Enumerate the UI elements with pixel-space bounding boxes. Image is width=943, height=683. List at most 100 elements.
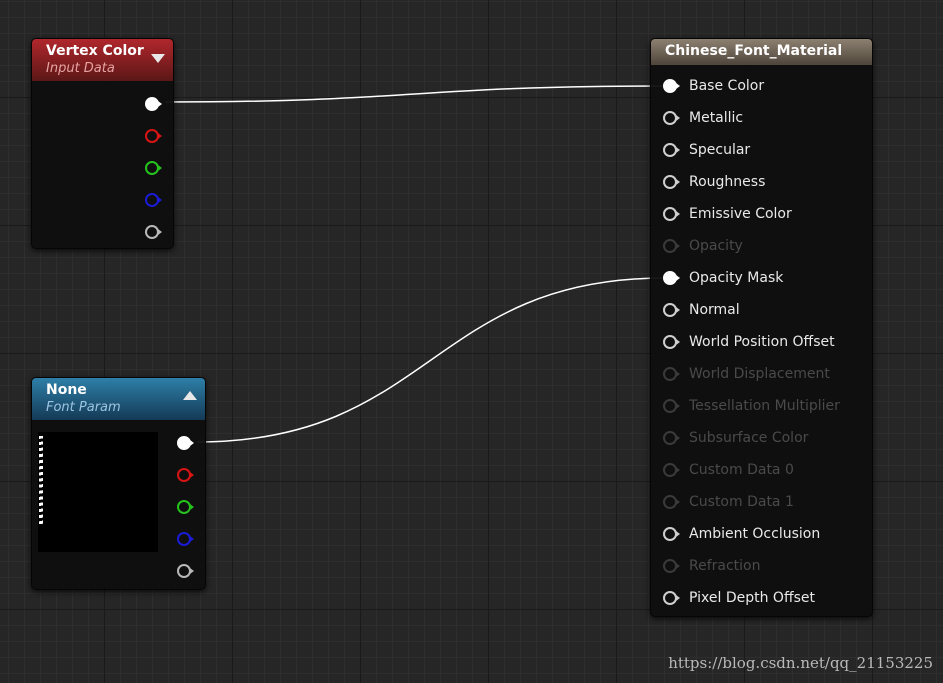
pin-ring [663, 335, 677, 349]
pin-arrow-icon [190, 504, 194, 510]
pin-arrow-icon [676, 275, 680, 281]
pin-arrow-icon [190, 440, 194, 446]
input-pin-pixel-depth-offset[interactable] [663, 591, 680, 605]
vertex-color-output-pin-green[interactable] [145, 161, 162, 175]
pin-ring [145, 193, 159, 207]
pin-ring [663, 207, 677, 221]
vertex-color-header[interactable]: Vertex Color Input Data [32, 39, 173, 81]
input-label: Emissive Color [689, 206, 792, 222]
input-label: Custom Data 0 [689, 462, 794, 478]
pin-arrow-icon [676, 339, 680, 345]
pin-ring [145, 225, 159, 239]
input-pin-emissive-color[interactable] [663, 207, 680, 221]
collapse-arrow-icon[interactable] [151, 54, 165, 63]
wire-base-color [164, 85, 666, 103]
pin-ring [145, 97, 159, 111]
input-pin-world-position-offset[interactable] [663, 335, 680, 349]
pin-arrow-icon [158, 229, 162, 235]
input-label: Tessellation Multiplier [689, 398, 840, 414]
font-param-output-pin-white[interactable] [177, 436, 194, 450]
pin-ring [177, 436, 191, 450]
pin-arrow-icon [676, 435, 680, 441]
font-glyph-image [39, 436, 43, 524]
input-pin-refraction[interactable] [663, 559, 680, 573]
pin-ring [663, 239, 677, 253]
input-pin-roughness[interactable] [663, 175, 680, 189]
pin-ring [177, 468, 191, 482]
input-pin-opacity-mask[interactable] [663, 271, 680, 285]
material-result-node[interactable]: Chinese_Font_Material Base Color Metallic… [650, 38, 873, 617]
pin-arrow-icon [158, 197, 162, 203]
font-param-output-pin-gray[interactable] [177, 564, 194, 578]
pin-arrow-icon [676, 307, 680, 313]
wire-opacity-mask [196, 277, 666, 443]
input-label: Specular [689, 142, 751, 158]
pin-ring [177, 500, 191, 514]
pin-arrow-icon [676, 115, 680, 121]
pin-arrow-icon [676, 211, 680, 217]
input-label: Opacity [689, 238, 743, 254]
input-label: Metallic [689, 110, 744, 126]
input-pin-normal[interactable] [663, 303, 680, 317]
pin-ring [663, 367, 677, 381]
pin-arrow-icon [676, 243, 680, 249]
pin-arrow-icon [158, 165, 162, 171]
input-pin-opacity[interactable] [663, 239, 680, 253]
input-pin-world-displacement[interactable] [663, 367, 680, 381]
pin-arrow-icon [676, 371, 680, 377]
input-label: Ambient Occlusion [689, 526, 821, 542]
font-param-output-pin-green[interactable] [177, 500, 194, 514]
pin-arrow-icon [676, 563, 680, 569]
input-pin-metallic[interactable] [663, 111, 680, 125]
input-pin-ambient-occlusion[interactable] [663, 527, 680, 541]
node-title: None [46, 382, 87, 398]
input-label: World Position Offset [689, 334, 835, 350]
pin-arrow-icon [190, 568, 194, 574]
pin-arrow-icon [676, 467, 680, 473]
pin-ring [177, 564, 191, 578]
font-param-node[interactable]: None Font Param [31, 377, 206, 590]
node-title: Vertex Color [46, 43, 144, 59]
pin-ring [663, 431, 677, 445]
pin-ring [663, 143, 677, 157]
pin-arrow-icon [676, 531, 680, 537]
pin-arrow-icon [676, 595, 680, 601]
vertex-color-output-pin-blue[interactable] [145, 193, 162, 207]
pin-ring [663, 79, 677, 93]
pin-arrow-icon [190, 536, 194, 542]
input-label: World Displacement [689, 366, 830, 382]
input-label: Roughness [689, 174, 766, 190]
material-header[interactable]: Chinese_Font_Material [651, 39, 872, 65]
vertex-color-node[interactable]: Vertex Color Input Data [31, 38, 174, 249]
pin-arrow-icon [158, 101, 162, 107]
expand-arrow-icon[interactable] [183, 391, 197, 400]
input-label: Base Color [689, 78, 765, 94]
pin-ring [177, 532, 191, 546]
input-label: Normal [689, 302, 740, 318]
font-param-header[interactable]: None Font Param [32, 378, 205, 420]
vertex-color-output-pin-white[interactable] [145, 97, 162, 111]
input-label: Subsurface Color [689, 430, 809, 446]
vertex-color-output-pin-red[interactable] [145, 129, 162, 143]
pin-ring [663, 399, 677, 413]
input-pin-specular[interactable] [663, 143, 680, 157]
pin-ring [663, 591, 677, 605]
vertex-color-output-pin-gray[interactable] [145, 225, 162, 239]
font-param-output-pin-red[interactable] [177, 468, 194, 482]
input-label: Opacity Mask [689, 270, 784, 286]
input-pin-subsurface-color[interactable] [663, 431, 680, 445]
input-pin-base-color[interactable] [663, 79, 680, 93]
pin-arrow-icon [676, 179, 680, 185]
input-pin-custom-data-0[interactable] [663, 463, 680, 477]
pin-arrow-icon [676, 499, 680, 505]
font-param-output-pin-blue[interactable] [177, 532, 194, 546]
input-pin-tessellation-multiplier[interactable] [663, 399, 680, 413]
pin-arrow-icon [676, 403, 680, 409]
input-pin-custom-data-1[interactable] [663, 495, 680, 509]
pin-ring [663, 303, 677, 317]
pin-ring [145, 161, 159, 175]
node-subtitle: Input Data [46, 61, 115, 76]
input-label: Pixel Depth Offset [689, 590, 815, 606]
pin-arrow-icon [190, 472, 194, 478]
pin-ring [663, 559, 677, 573]
